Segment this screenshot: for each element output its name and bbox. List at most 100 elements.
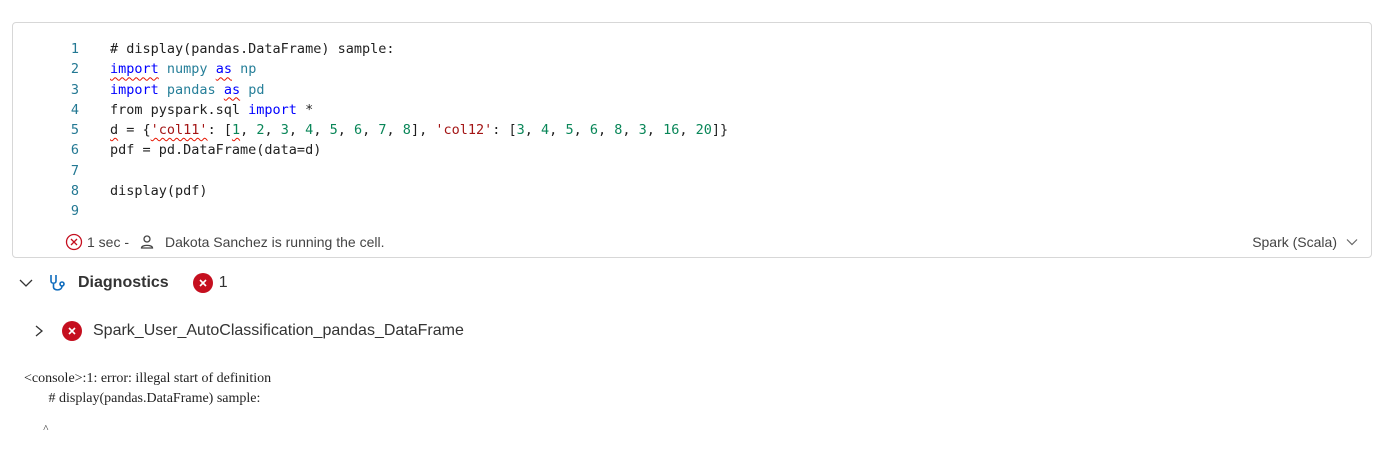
- code-token: ,: [597, 122, 615, 139]
- cell-status-bar: 1 sec - Dakota Sanchez is running the ce…: [13, 231, 1371, 253]
- code-token: ,: [549, 122, 566, 139]
- code-line[interactable]: 4 from pyspark.sql import *: [13, 100, 1371, 120]
- line-number: 3: [70, 81, 79, 98]
- code-token: 6: [353, 122, 363, 139]
- line-number: 2: [70, 61, 79, 78]
- code-editor[interactable]: 1 # display(pandas.DataFrame) sample: 2 imp…: [13, 39, 1371, 222]
- code-text: display(pdf): [110, 181, 208, 201]
- console-line: <console>:1: error: illegal start of def…: [24, 371, 272, 386]
- code-token: d: [110, 122, 119, 139]
- code-text: import numpy as np: [110, 59, 256, 79]
- code-token: ],: [410, 122, 436, 139]
- person-icon: [139, 234, 155, 250]
- code-token: pandas: [166, 81, 216, 98]
- stethoscope-icon: [48, 273, 68, 293]
- code-text: # display(pandas.DataFrame) sample:: [110, 39, 394, 59]
- console-line: # display(pandas.DataFrame) sample:: [24, 391, 261, 406]
- code-token: : [: [492, 122, 517, 139]
- code-token: 5: [329, 122, 338, 139]
- code-token: ,: [362, 122, 379, 139]
- line-number: 5: [70, 122, 79, 139]
- code-token: *: [296, 101, 314, 118]
- console-line: ^: [24, 423, 49, 435]
- line-number: 6: [70, 142, 79, 159]
- diagnostics-header[interactable]: Diagnostics 1: [18, 271, 228, 295]
- code-token: 3: [516, 122, 525, 139]
- code-token: ]}: [711, 122, 729, 139]
- line-number: 8: [70, 183, 79, 200]
- chevron-down-icon: [1345, 235, 1359, 249]
- code-token: 20: [695, 122, 712, 139]
- code-line[interactable]: 9: [13, 201, 1371, 221]
- code-line[interactable]: 6 pdf = pd.DataFrame(data=d): [13, 140, 1371, 160]
- code-token: 1: [231, 122, 241, 139]
- code-token: import: [248, 101, 297, 118]
- code-token: 16: [663, 122, 680, 139]
- code-line[interactable]: 5d = {'col11': [1, 2, 3, 4, 5, 6, 7, 8],…: [13, 120, 1371, 140]
- code-token: # display(pandas.DataFrame) sample:: [110, 41, 395, 57]
- error-circle-icon: [65, 233, 83, 251]
- notebook-cell[interactable]: 1 # display(pandas.DataFrame) sample: 2 imp…: [12, 22, 1372, 258]
- code-token: : [: [207, 122, 232, 139]
- running-message: Dakota Sanchez is running the cell.: [165, 234, 385, 250]
- code-token: ,: [573, 122, 590, 139]
- code-text: d = {'col11': [1, 2, 3, 4, 5, 6, 7, 8], …: [110, 120, 728, 140]
- code-token: 2: [256, 122, 265, 139]
- code-token: ,: [524, 122, 542, 139]
- code-token: = {: [118, 122, 151, 139]
- line-number: 4: [70, 101, 79, 118]
- code-token: ,: [288, 122, 306, 139]
- code-token: pd: [248, 81, 265, 98]
- code-token: 7: [378, 122, 387, 139]
- language-selector[interactable]: Spark (Scala): [1252, 234, 1359, 250]
- error-count: 1: [218, 274, 228, 291]
- chevron-down-icon[interactable]: [18, 275, 34, 291]
- code-token: ,: [337, 122, 354, 139]
- language-label: Spark (Scala): [1252, 234, 1337, 250]
- code-token: 'col11': [150, 122, 208, 139]
- code-token: 4: [541, 122, 550, 139]
- code-token: ,: [240, 122, 257, 139]
- error-badge-icon: [192, 273, 213, 293]
- line-number: 7: [70, 162, 79, 179]
- code-token: from pyspark.sql: [110, 101, 249, 118]
- code-text: import pandas as pd: [110, 80, 265, 100]
- code-token: ,: [386, 122, 403, 139]
- console-output: <console>:1: error: illegal start of def…: [24, 369, 271, 439]
- code-line[interactable]: 8 display(pdf): [13, 181, 1371, 201]
- line-number: 9: [70, 203, 79, 220]
- chevron-right-icon[interactable]: [32, 324, 46, 338]
- diagnostics-title: Diagnostics: [78, 274, 169, 291]
- code-token: ,: [264, 122, 281, 139]
- code-token: ,: [622, 122, 639, 139]
- line-number: 1: [70, 41, 79, 57]
- code-token: import: [110, 61, 159, 78]
- error-badge-icon: [62, 321, 82, 341]
- code-token: 6: [589, 122, 598, 139]
- code-token: as: [215, 61, 232, 78]
- code-line[interactable]: 2 import numpy as np: [13, 59, 1371, 79]
- code-token: ,: [646, 122, 664, 139]
- code-text: from pyspark.sql import *: [110, 100, 313, 120]
- code-token: 3: [638, 122, 647, 139]
- code-token: 3: [280, 122, 289, 139]
- code-line[interactable]: 3 import pandas as pd: [13, 80, 1371, 100]
- code-token: ,: [679, 122, 696, 139]
- code-token: import: [110, 81, 159, 98]
- code-token: as: [223, 81, 241, 98]
- code-line[interactable]: 7: [13, 161, 1371, 181]
- code-line[interactable]: 1 # display(pandas.DataFrame) sample:: [13, 39, 1371, 59]
- code-token: numpy: [166, 61, 208, 78]
- diagnostic-item-label: Spark_User_AutoClassification_pandas_Dat…: [93, 322, 464, 339]
- execution-duration: 1 sec -: [87, 234, 130, 250]
- code-token: display(pdf): [110, 183, 208, 200]
- code-token: ,: [313, 122, 330, 139]
- code-text: pdf = pd.DataFrame(data=d): [110, 140, 321, 160]
- diagnostic-item[interactable]: Spark_User_AutoClassification_pandas_Dat…: [32, 319, 464, 343]
- code-token: np: [240, 61, 257, 78]
